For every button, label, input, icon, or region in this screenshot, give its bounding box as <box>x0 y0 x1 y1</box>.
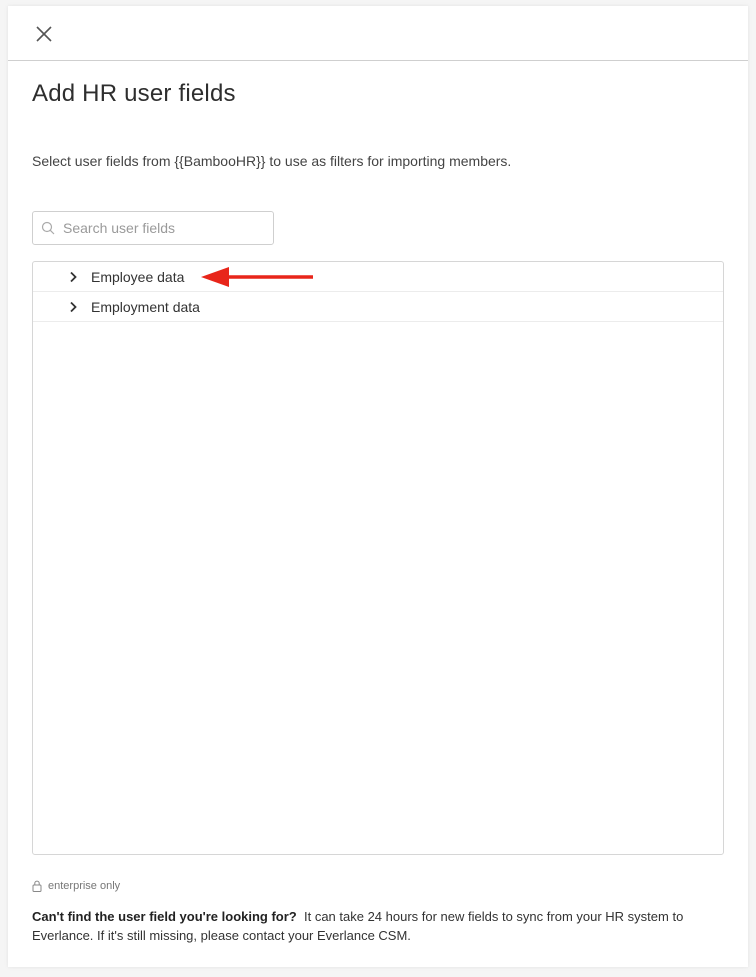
help-text: Can't find the user field you're looking… <box>32 907 732 945</box>
tree-item-label: Employee data <box>91 268 185 285</box>
search-input[interactable] <box>63 220 263 236</box>
tree-item-employee-data[interactable]: Employee data <box>33 262 723 292</box>
search-field[interactable] <box>32 211 274 245</box>
annotation-arrow-icon <box>201 267 313 287</box>
help-title: Can't find the user field you're looking… <box>32 909 297 924</box>
chevron-right-icon[interactable] <box>67 301 79 313</box>
chevron-right-icon[interactable] <box>67 271 79 283</box>
dialog-title: Add HR user fields <box>32 80 236 107</box>
dialog-description: Select user fields from {{BambooHR}} to … <box>32 153 512 169</box>
close-button[interactable] <box>32 22 56 46</box>
close-icon <box>36 26 52 42</box>
tree-item-label: Employment data <box>91 298 200 315</box>
tree-item-employment-data[interactable]: Employment data <box>33 292 723 322</box>
lock-icon <box>32 880 43 892</box>
search-icon <box>41 221 55 235</box>
enterprise-only-note: enterprise only <box>32 880 120 892</box>
add-hr-user-fields-dialog: Add HR user fields Select user fields fr… <box>8 6 748 967</box>
user-fields-tree: Employee data Employment data <box>32 261 724 855</box>
enterprise-only-label: enterprise only <box>48 880 121 892</box>
dialog-header-bar <box>8 6 748 61</box>
